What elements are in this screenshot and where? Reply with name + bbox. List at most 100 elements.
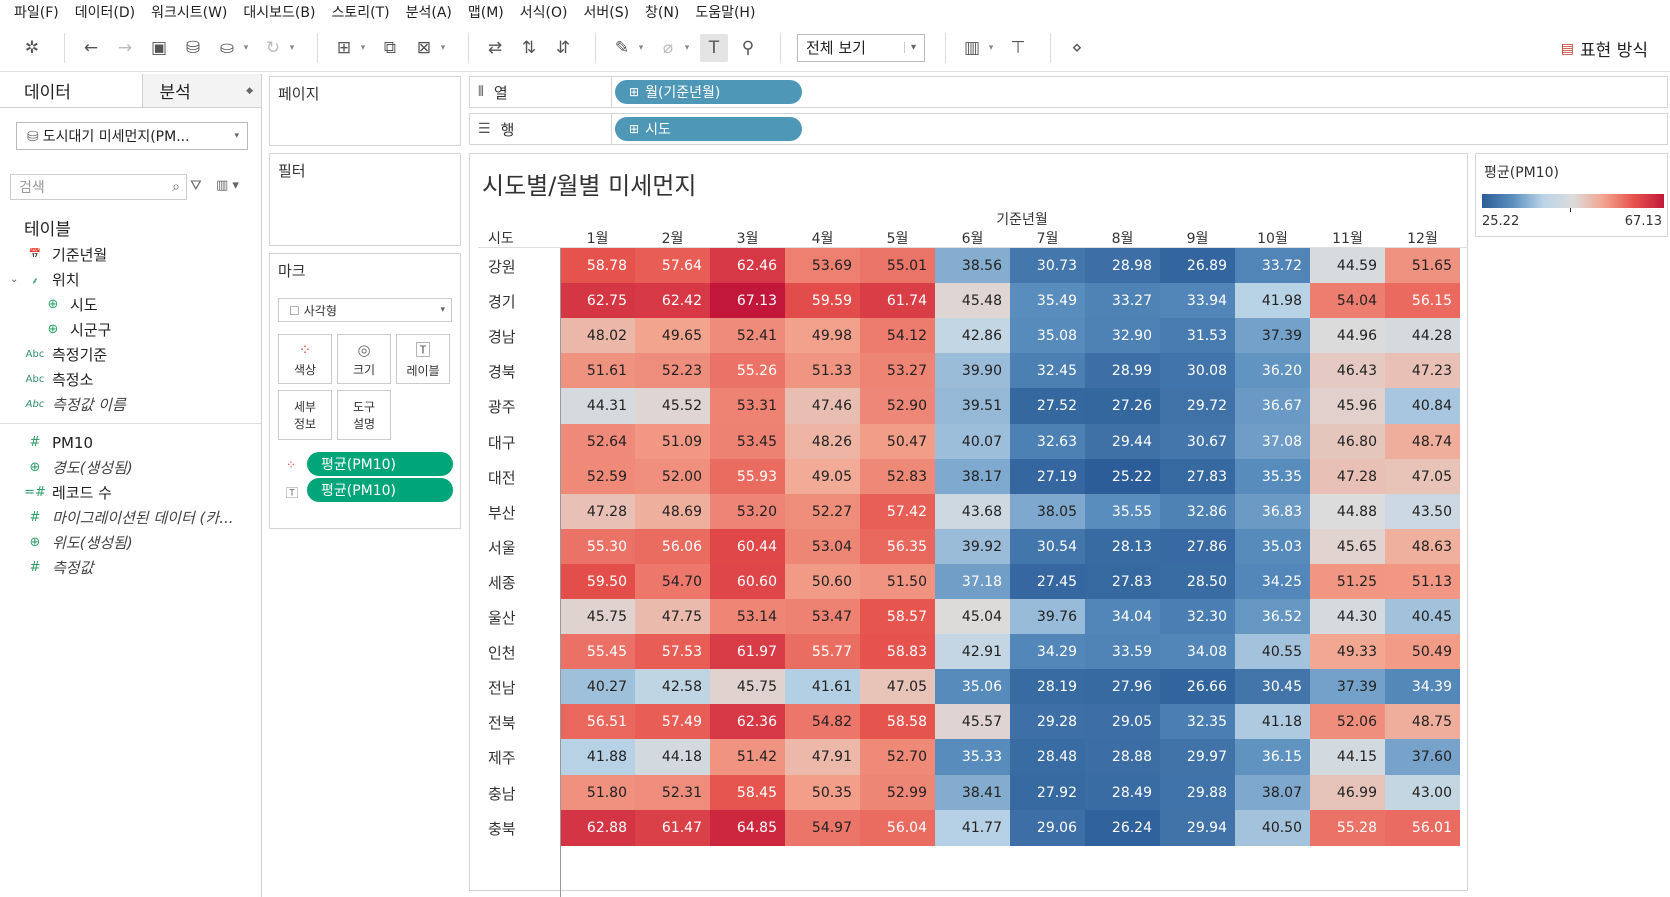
field-item[interactable]: ⌄ ⸙ 위치 [0,267,261,292]
heatmap-cell[interactable]: 40.07 [935,423,1010,460]
heatmap-cell[interactable]: 41.18 [1235,704,1310,741]
heatmap-cell[interactable]: 60.60 [710,563,785,600]
heatmap-cell[interactable]: 43.68 [935,493,1010,530]
search-input[interactable]: 검색 ⌕ [10,174,187,200]
heatmap-cell[interactable]: 46.80 [1310,423,1385,460]
heatmap-cell[interactable]: 28.98 [1085,248,1160,284]
heatmap-cell[interactable]: 27.19 [1010,458,1085,495]
share-icon[interactable]: ⋄ [1063,34,1091,62]
heatmap-cell[interactable]: 26.66 [1160,669,1235,706]
heatmap-cell[interactable]: 40.84 [1385,388,1460,425]
heatmap-cell[interactable]: 29.05 [1085,704,1160,741]
heatmap-cell[interactable]: 50.49 [1385,634,1460,671]
show-cards-icon[interactable]: ▥ [958,34,986,62]
heatmap-cell[interactable]: 52.23 [635,353,710,390]
heatmap-cell[interactable]: 35.33 [935,739,1010,776]
region-header[interactable]: 강원 [488,256,548,277]
heatmap-cell[interactable]: 42.86 [935,318,1010,355]
heatmap-cell[interactable]: 33.59 [1085,634,1160,671]
menu-item[interactable]: 분석(A) [398,2,460,22]
month-header[interactable]: 10월 [1235,228,1310,248]
heatmap-cell[interactable]: 52.99 [860,774,935,811]
heatmap-cell[interactable]: 29.88 [1160,774,1235,811]
show-cards-dropdown-icon[interactable]: ▾ [986,34,996,62]
heatmap-cell[interactable]: 56.15 [1385,283,1460,320]
region-header[interactable]: 충북 [488,818,548,839]
presentation-mode-icon[interactable]: ⊤ [1004,34,1032,62]
heatmap-cell[interactable]: 40.27 [560,669,635,706]
heatmap-cell[interactable]: 55.45 [560,634,635,671]
tab-data[interactable]: 데이터 [0,74,142,107]
heatmap-cell[interactable]: 52.27 [785,493,860,530]
heatmap-cell[interactable]: 61.47 [635,809,710,846]
heatmap-cell[interactable]: 55.01 [860,248,935,284]
heatmap-cell[interactable]: 55.77 [785,634,860,671]
menu-item[interactable]: 파일(F) [6,2,67,22]
heatmap-cell[interactable]: 52.59 [560,458,635,495]
month-header[interactable]: 9월 [1160,228,1235,248]
heatmap-cell[interactable]: 54.04 [1310,283,1385,320]
clear-dropdown-icon[interactable]: ▾ [438,34,448,62]
undo-icon[interactable]: ← [77,34,105,62]
save-icon[interactable]: ▣ [145,34,173,62]
pin-axes-icon[interactable]: ⚲ [734,34,762,62]
heatmap-cell[interactable]: 46.43 [1310,353,1385,390]
month-header[interactable]: 5월 [860,228,935,248]
heatmap-cell[interactable]: 48.63 [1385,528,1460,565]
refresh-icon[interactable]: ↻ [259,34,287,62]
heatmap-cell[interactable]: 41.61 [785,669,860,706]
detail-button[interactable]: 세부 정보 [278,390,332,440]
month-header[interactable]: 2월 [635,228,710,248]
month-header[interactable]: 11월 [1310,228,1385,248]
new-worksheet-dropdown-icon[interactable]: ▾ [358,34,368,62]
heatmap-cell[interactable]: 58.78 [560,248,635,284]
region-header[interactable]: 서울 [488,537,548,558]
heatmap-cell[interactable]: 56.01 [1385,809,1460,846]
menu-item[interactable]: 맵(M) [460,2,512,22]
heatmap-cell[interactable]: 27.86 [1160,528,1235,565]
heatmap-cell[interactable]: 35.55 [1085,493,1160,530]
heatmap-cell[interactable]: 51.25 [1310,563,1385,600]
heatmap-cell[interactable]: 45.75 [710,669,785,706]
heatmap-cell[interactable]: 38.56 [935,248,1010,284]
heatmap-cell[interactable]: 29.72 [1160,388,1235,425]
heatmap-cell[interactable]: 49.65 [635,318,710,355]
filters-card[interactable]: 필터 [269,153,461,246]
heatmap-cell[interactable]: 53.31 [710,388,785,425]
heatmap-cell[interactable]: 44.96 [1310,318,1385,355]
month-header[interactable]: 1월 [560,228,635,248]
heatmap-cell[interactable]: 51.61 [560,353,635,390]
new-datasource-icon[interactable]: ⛁ [179,34,207,62]
heatmap-cell[interactable]: 37.39 [1310,669,1385,706]
highlight-icon[interactable]: ✎ [608,34,636,62]
view-options-icon[interactable]: ▥ ▾ [216,178,239,193]
heatmap-cell[interactable]: 36.20 [1235,353,1310,390]
heatmap-cell[interactable]: 28.48 [1010,739,1085,776]
heatmap-cell[interactable]: 45.75 [560,599,635,635]
heatmap-cell[interactable]: 40.50 [1235,809,1310,846]
heatmap-cell[interactable]: 39.92 [935,528,1010,565]
heatmap-cell[interactable]: 52.31 [635,774,710,811]
new-worksheet-icon[interactable]: ⊞ [330,34,358,62]
region-header[interactable]: 대전 [488,467,548,488]
heatmap-cell[interactable]: 34.39 [1385,669,1460,706]
heatmap-cell[interactable]: 36.83 [1235,493,1310,530]
region-header[interactable]: 전북 [488,712,548,733]
sort-ascending-icon[interactable]: ⇅ [515,34,543,62]
heatmap-cell[interactable]: 53.20 [710,493,785,530]
heatmap-cell[interactable]: 45.96 [1310,388,1385,425]
heatmap-cell[interactable]: 58.45 [710,774,785,811]
heatmap-cell[interactable]: 54.82 [785,704,860,741]
menu-item[interactable]: 서식(O) [512,2,576,22]
heatmap-cell[interactable]: 51.50 [860,563,935,600]
redo-icon[interactable]: → [111,34,139,62]
heatmap-cell[interactable]: 25.22 [1085,458,1160,495]
heatmap-cell[interactable]: 37.08 [1235,423,1310,460]
heatmap-cell[interactable]: 32.35 [1160,704,1235,741]
heatmap-cell[interactable]: 51.13 [1385,563,1460,600]
heatmap-cell[interactable]: 47.28 [1310,458,1385,495]
month-header[interactable]: 4월 [785,228,860,248]
heatmap-cell[interactable]: 59.50 [560,563,635,600]
heatmap-cell[interactable]: 29.44 [1085,423,1160,460]
heatmap-cell[interactable]: 55.28 [1310,809,1385,846]
